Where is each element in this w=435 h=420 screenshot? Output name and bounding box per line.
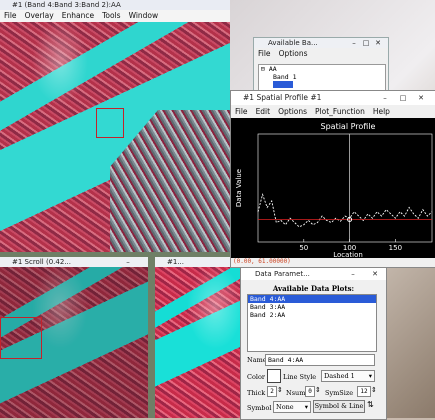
profile-plot[interactable]: Spatial Profile Data Value Location 50 10… (231, 118, 435, 258)
x-tick-label: 100 (343, 244, 356, 252)
plot-list-item[interactable]: Band 3:AA (248, 303, 376, 311)
main-window-title: #1 (Band 4:Band 3:Band 2):AA (12, 1, 121, 9)
data-params-titlebar[interactable]: Data Paramet... (241, 268, 386, 280)
tree-item-band-1[interactable]: Band 1 (259, 73, 385, 81)
main-image-window: #1 (Band 4:Band 3:Band 2):AA File Overla… (0, 0, 230, 252)
zoom-box-indicator[interactable] (96, 108, 124, 138)
scroll-window-title: #1 Scroll (0.42... (12, 258, 71, 266)
minimize-icon[interactable]: – (348, 38, 360, 48)
main-window-menubar: File Overlay Enhance Tools Window (0, 10, 230, 22)
symbol-line-button[interactable]: Symbol & Line (313, 400, 365, 413)
maximize-icon[interactable]: □ (360, 38, 372, 48)
plot-list[interactable]: Band 4:AA Band 3:AA Band 2:AA (247, 294, 377, 352)
menu-options[interactable]: Options (278, 105, 307, 118)
x-axis-label: Location (333, 251, 363, 258)
zoom-window: #1... (155, 257, 245, 418)
x-tick-label: 150 (389, 244, 402, 252)
x-tick-label: 50 (299, 244, 308, 252)
menu-file[interactable]: File (235, 105, 248, 118)
nsum-input[interactable]: 0 (305, 386, 315, 397)
name-field[interactable]: Band 4:AA (265, 354, 375, 366)
available-plots-header: Available Data Plots: (272, 284, 355, 293)
chart-title: Spatial Profile (321, 122, 376, 131)
tree-item-aa[interactable]: ⊟ AA (259, 65, 385, 73)
symbol-dropdown[interactable]: None ▾ (273, 401, 311, 413)
spatial-profile-window: #1 Spatial Profile #1 – □ ✕ File Edit Op… (230, 90, 435, 268)
color-label: Color (247, 373, 265, 381)
close-icon[interactable]: ✕ (415, 93, 427, 103)
sort-arrows-icon[interactable]: ⇅ (367, 400, 374, 409)
minimize-icon[interactable]: – (122, 257, 134, 267)
maximize-icon[interactable]: □ (397, 93, 409, 103)
symbol-value: None (276, 403, 294, 411)
scroll-box-indicator[interactable] (0, 317, 42, 359)
menu-file[interactable]: File (4, 10, 17, 22)
menu-options[interactable]: Options (279, 48, 308, 60)
plot-list-item[interactable]: Band 2:AA (248, 311, 376, 319)
status-line: (0.00, 61.00000) (233, 258, 291, 265)
spatial-profile-title: #1 Spatial Profile #1 (243, 93, 322, 102)
menu-file[interactable]: File (258, 48, 271, 60)
menu-plot-function[interactable]: Plot_Function (315, 105, 365, 118)
close-icon[interactable]: ✕ (369, 269, 381, 279)
close-icon[interactable]: ✕ (372, 38, 384, 48)
line-style-label: Line Style (283, 373, 317, 381)
nsum-stepper-icon[interactable]: ⇕ (315, 386, 321, 394)
nsum-label: Nsum (286, 389, 306, 397)
y-axis-label: Data Value (235, 169, 243, 207)
zoom-window-title: #1... (167, 258, 184, 266)
plot-list-item[interactable]: Band 4:AA (248, 295, 376, 303)
chevron-down-icon: ▾ (368, 372, 372, 380)
main-window-titlebar[interactable]: #1 (Band 4:Band 3:Band 2):AA (0, 0, 230, 10)
line-style-dropdown[interactable]: Dashed 1 ▾ (321, 370, 375, 382)
thick-input[interactable]: 2 (267, 386, 277, 397)
menu-edit[interactable]: Edit (256, 105, 271, 118)
menu-help[interactable]: Help (373, 105, 390, 118)
color-swatch[interactable] (267, 369, 281, 383)
symbol-label: Symbol (247, 404, 272, 412)
scroll-window: #1 Scroll (0.42... – (0, 257, 148, 418)
data-parameters-window: Data Paramet... – ✕ Available Data Plots… (240, 267, 387, 420)
plot-background (231, 118, 435, 258)
thick-label: Thick (247, 389, 266, 397)
satellite-image-zoom[interactable] (155, 267, 245, 418)
symsize-input[interactable]: 12 (357, 386, 371, 397)
menu-overlay[interactable]: Overlay (25, 10, 54, 22)
data-params-title: Data Paramet... (255, 270, 310, 278)
symsize-label: SymSize (325, 389, 354, 397)
menu-enhance[interactable]: Enhance (62, 10, 94, 22)
thick-stepper-icon[interactable]: ⇕ (277, 386, 283, 394)
line-style-value: Dashed 1 (324, 372, 355, 380)
available-bands-menubar: File Options (254, 48, 388, 60)
name-label: Name (247, 356, 267, 364)
available-bands-title: Available Ba... (268, 39, 318, 47)
minimize-icon[interactable]: – (379, 93, 391, 103)
menu-window[interactable]: Window (129, 10, 159, 22)
symsize-stepper-icon[interactable]: ⇕ (371, 386, 377, 394)
menu-tools[interactable]: Tools (102, 10, 120, 22)
chevron-down-icon: ▾ (304, 403, 308, 411)
tree-item-selected[interactable] (273, 81, 293, 88)
minimize-icon[interactable]: – (347, 269, 359, 279)
spatial-profile-menubar: File Edit Options Plot_Function Help (231, 105, 435, 118)
